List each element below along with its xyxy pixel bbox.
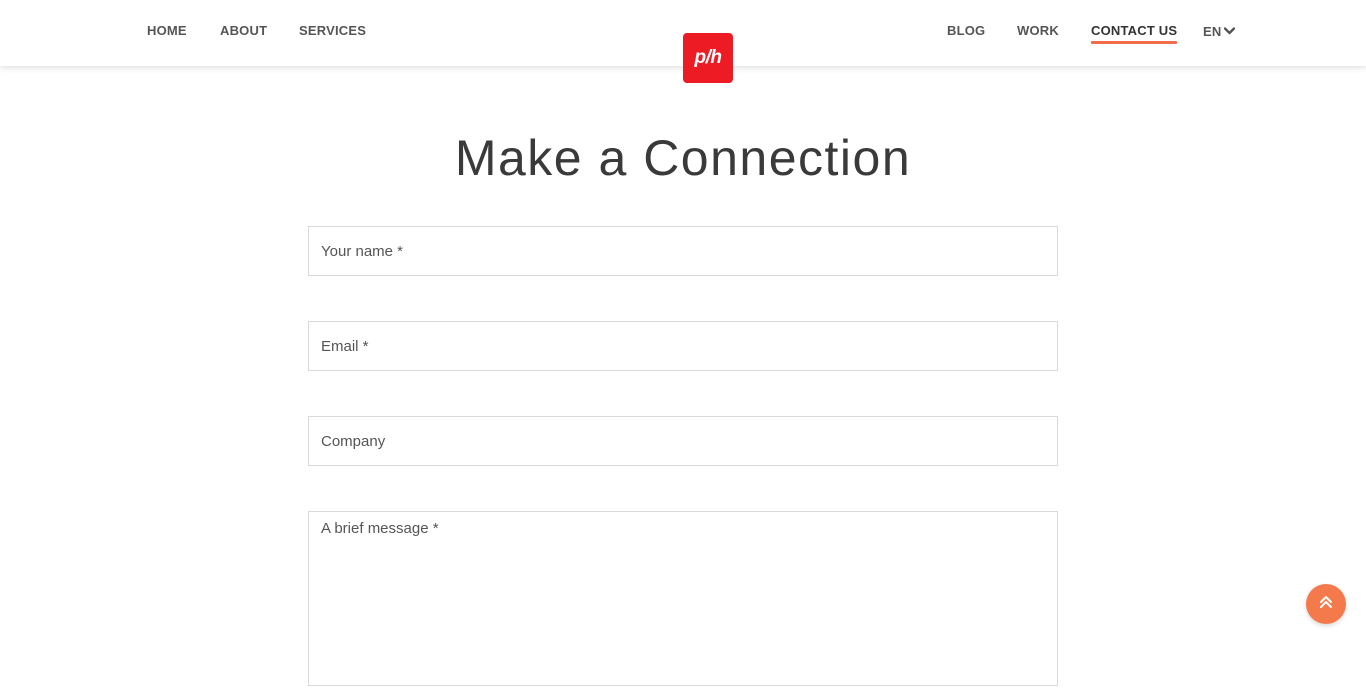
nav-contact-us[interactable]: CONTACT US [1091, 22, 1178, 44]
name-input[interactable] [308, 226, 1058, 276]
message-textarea[interactable] [308, 511, 1058, 686]
double-chevron-up-icon [1319, 594, 1333, 614]
logo[interactable]: p/h [683, 33, 733, 83]
scroll-to-top-button[interactable] [1306, 584, 1346, 624]
page: HOME ABOUT SERVICES BLOG WORK CONTACT US… [0, 0, 1366, 694]
email-input[interactable] [308, 321, 1058, 371]
language-selector[interactable]: EN [1203, 22, 1236, 41]
nav-work[interactable]: WORK [1017, 22, 1059, 40]
nav-about[interactable]: ABOUT [220, 22, 267, 40]
nav-blog[interactable]: BLOG [947, 22, 985, 40]
nav-services[interactable]: SERVICES [299, 22, 366, 40]
page-title: Make a Connection [454, 130, 912, 186]
language-label: EN [1203, 24, 1222, 39]
nav-home[interactable]: HOME [147, 22, 187, 40]
chevron-down-icon [1224, 22, 1236, 40]
company-input[interactable] [308, 416, 1058, 466]
logo-text: p/h [694, 47, 723, 68]
